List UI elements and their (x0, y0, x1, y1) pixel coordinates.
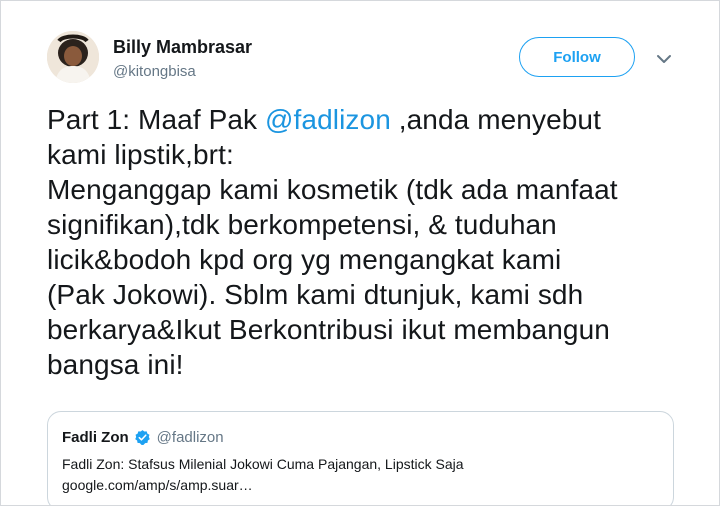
tweet-text-segment: ,anda menyebut (390, 104, 601, 135)
tweet-line: Menganggap kami kosmetik (tdk ada manfaa… (47, 174, 618, 205)
follow-button[interactable]: Follow (519, 37, 635, 77)
tweet-line: berkarya&Ikut Berkontribusi ikut membang… (47, 314, 610, 345)
tweet-line: (Pak Jokowi). Sblm kami dtunjuk, kami sd… (47, 279, 584, 310)
quoted-author-name: Fadli Zon (62, 429, 129, 446)
tweet-line: Part 1: Maaf Pak @fadlizon ,anda menyebu… (47, 102, 697, 137)
verified-badge-icon (134, 430, 150, 445)
tweet-line: kami lipstik,brt: (47, 139, 234, 170)
chevron-down-glyph (657, 55, 671, 63)
mention-link[interactable]: @fadlizon (265, 104, 391, 135)
tweet-embed: Billy Mambrasar @kitongbisa Follow Part … (0, 0, 720, 506)
chevron-down-icon[interactable] (655, 52, 673, 64)
author-avatar[interactable] (47, 31, 99, 83)
profile-photo-icon (47, 31, 99, 83)
quoted-tweet-header: Fadli Zon @fadlizon (62, 429, 224, 446)
tweet-line: bangsa ini! (47, 349, 184, 380)
author-handle[interactable]: @kitongbisa (113, 63, 196, 80)
quoted-author-handle: @fadlizon (156, 429, 224, 446)
tweet-line: signifikan),tdk berkompetensi, & tuduhan (47, 209, 557, 240)
tweet-line: licik&bodoh kpd org yg mengangkat kami (47, 244, 562, 275)
quoted-tweet-link[interactable]: google.com/amp/s/amp.suar… (62, 475, 464, 496)
quoted-tweet-card[interactable]: Fadli Zon @fadlizon Fadli Zon: Stafsus M… (47, 411, 674, 505)
author-display-name[interactable]: Billy Mambrasar (113, 37, 252, 58)
tweet-text: Part 1: Maaf Pak @fadlizon ,anda menyebu… (47, 102, 697, 382)
quoted-tweet-text: Fadli Zon: Stafsus Milenial Jokowi Cuma … (62, 454, 464, 496)
tweet-text-segment: Part 1: Maaf Pak (47, 104, 266, 135)
quoted-tweet-body: Fadli Zon: Stafsus Milenial Jokowi Cuma … (62, 456, 464, 472)
